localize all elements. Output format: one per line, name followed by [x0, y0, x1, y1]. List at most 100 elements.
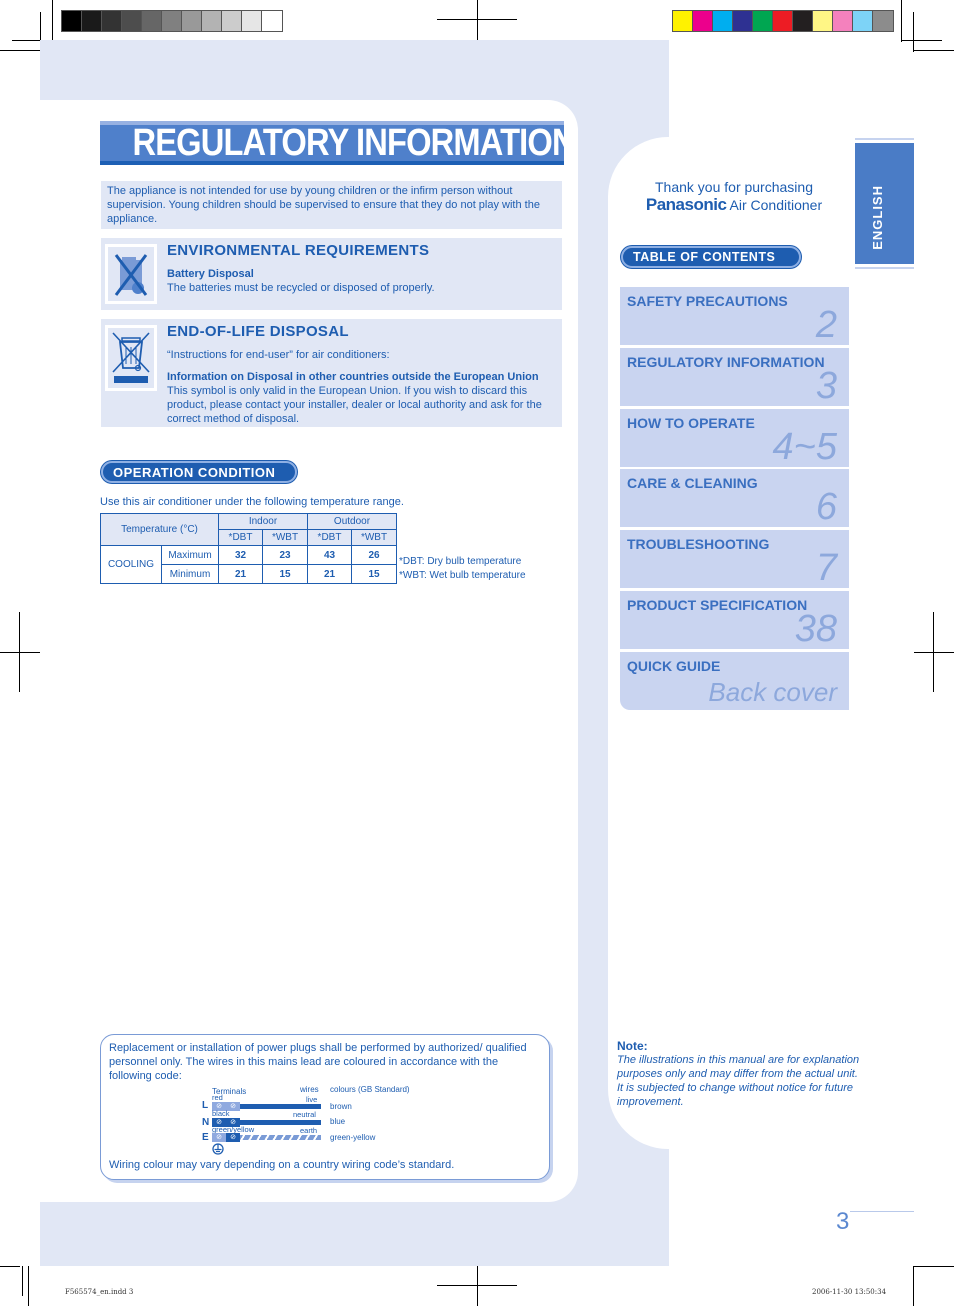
wiring-intro: Replacement or installation of power plu… [109, 1042, 527, 1082]
color-swatch [202, 11, 222, 31]
value-cell: 15 [262, 564, 308, 584]
color-swatch [713, 11, 733, 31]
toc-item-page: Back cover [708, 676, 837, 707]
value-cell: 21 [307, 564, 352, 584]
crop-mark [914, 652, 954, 653]
language-tab-label-wrap: ENGLISH [855, 143, 914, 264]
toc-item-label: QUICK GUIDE [627, 657, 721, 674]
crop-mark [22, 1266, 23, 1296]
toc-item-page: 2 [815, 304, 837, 346]
row-label: Minimum [161, 564, 219, 584]
color-swatch [182, 11, 202, 31]
color-swatch [793, 11, 813, 31]
crop-mark [12, 40, 42, 41]
toc-item-page: 3 [815, 364, 837, 407]
wire-letter: E [202, 1132, 209, 1143]
crop-mark [19, 612, 20, 692]
outside-eu-text: This symbol is only valid in the Europea… [167, 385, 542, 425]
crop-mark [913, 50, 954, 51]
product-name: Air Conditioner [729, 197, 823, 213]
note-body: The illustrations in this manual are for… [617, 1054, 860, 1108]
battery-disposal-subheading: Battery Disposal [167, 268, 254, 280]
color-swatch [242, 11, 262, 31]
page-title-banner: REGULATORY INFORMATION [100, 121, 576, 165]
crop-mark [28, 1266, 29, 1306]
thank-you-line: Thank you for purchasing [655, 179, 813, 195]
color-swatch [262, 11, 282, 31]
crop-mark [477, 0, 478, 40]
thank-you-message: Thank you for purchasing Panasonic Air C… [608, 179, 860, 214]
toc-item[interactable]: HOW TO OPERATE 4~5 [620, 408, 849, 467]
process-color-bar [672, 10, 894, 32]
wire-letter: L [202, 1100, 209, 1111]
terminal-block: ⊘ ⊘ [212, 1133, 240, 1142]
end-of-life-heading: END-OF-LIFE DISPOSAL [167, 323, 349, 340]
earth-ground-icon [212, 1143, 224, 1159]
crop-mark [933, 612, 934, 692]
value-cell: 26 [351, 545, 397, 565]
color-swatch [733, 11, 753, 31]
table-footnotes: *DBT: Dry bulb temperature *WBT: Wet bul… [399, 555, 526, 583]
toc-item-label: PRODUCT SPECIFICATION [627, 597, 808, 613]
page-number-rule [850, 1211, 914, 1212]
color-swatch [222, 11, 242, 31]
outside-eu-subheading: Information on Disposal in other countri… [167, 371, 539, 383]
panasonic-logo: Panasonic [645, 195, 727, 214]
wbt-footnote: *WBT: Wet bulb temperature [399, 570, 526, 581]
outdoor-header: Outdoor [307, 513, 397, 530]
toc-item-label: SAFETY PRECAUTIONS [627, 293, 788, 309]
value-cell: 15 [351, 564, 397, 584]
color-swatch [162, 11, 182, 31]
color-swatch [82, 11, 102, 31]
print-slug-file: F565574_en.indd 3 [65, 1288, 134, 1296]
color-swatch [142, 11, 162, 31]
grayscale-color-bar [61, 10, 283, 32]
dbt-footnote: *DBT: Dry bulb temperature [399, 556, 522, 567]
color-swatch [753, 11, 773, 31]
operation-lead: Use this air conditioner under the follo… [100, 496, 404, 508]
crossed-battery-bin-icon [105, 244, 157, 304]
wire-name: earth [300, 1126, 318, 1135]
toc-item-page: 38 [794, 608, 837, 650]
crop-mark [902, 40, 942, 41]
environmental-body: Battery Disposal The batteries must be r… [167, 267, 559, 295]
toc-item[interactable]: REGULATORY INFORMATION 3 [620, 347, 849, 407]
toc-item-label: HOW TO OPERATE [627, 414, 755, 431]
live-wire [240, 1104, 321, 1109]
page-number: 3 [836, 1208, 850, 1235]
operation-condition-heading: OPERATION CONDITION [101, 461, 297, 483]
toc-item-label: TROUBLESHOOTING [627, 536, 770, 553]
toc-item[interactable]: SAFETY PRECAUTIONS 2 [620, 287, 849, 345]
color-swatch [833, 11, 853, 31]
crop-mark [0, 652, 40, 653]
toc-item-page: 6 [815, 486, 837, 529]
table-of-contents-heading: TABLE OF CONTENTS [621, 246, 801, 268]
color-swatch [853, 11, 873, 31]
subheader: *WBT [262, 529, 308, 546]
color-swatch [102, 11, 122, 31]
crop-mark [0, 1266, 20, 1267]
subheader: *DBT [218, 529, 263, 546]
value-cell: 43 [307, 545, 352, 565]
toc-item[interactable]: TROUBLESHOOTING 7 [620, 530, 849, 590]
print-slug-timestamp: 2006-11-30 13:50:34 [812, 1288, 887, 1296]
mode-cell: COOLING [100, 545, 162, 584]
environmental-requirements-section: ENVIRONMENTAL REQUIREMENTS Battery Dispo… [101, 238, 562, 310]
color-swatch [673, 11, 693, 31]
toc-item[interactable]: PRODUCT SPECIFICATION 38 [620, 591, 849, 649]
earth-wire [240, 1135, 321, 1140]
divider [855, 267, 914, 269]
colours-label: colours (GB Standard) [330, 1085, 410, 1094]
color-swatch [773, 11, 793, 31]
toc-item-label: CARE & CLEANING [627, 475, 758, 492]
end-of-life-disposal-section: END-OF-LIFE DISPOSAL “Instructions for e… [101, 319, 562, 427]
table-row: COOLING Maximum 32 23 43 26 [100, 545, 397, 584]
crop-mark [914, 1266, 954, 1267]
color-swatch [813, 11, 833, 31]
crossed-wheelie-bin-icon [105, 325, 157, 391]
toc-item[interactable]: QUICK GUIDE Back cover [620, 651, 849, 710]
toc-item[interactable]: CARE & CLEANING 6 [620, 469, 849, 529]
toc-item-page: 7 [815, 547, 837, 590]
color-swatch [122, 11, 142, 31]
color-swatch [693, 11, 713, 31]
